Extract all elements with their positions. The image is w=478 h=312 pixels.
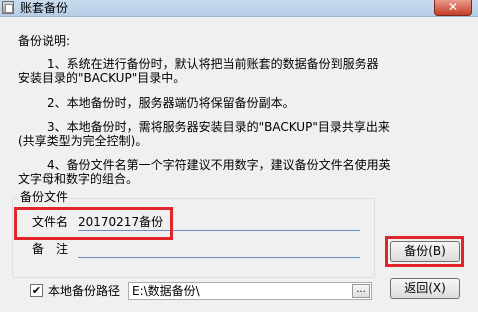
close-button[interactable]: ✕ — [434, 0, 472, 16]
local-path-field[interactable]: E:\数据备份\ ... — [128, 282, 372, 300]
description-line: 3、本地备份时，需将服务器安装目录的"BACKUP"目录共享出来 — [47, 120, 390, 134]
backup-file-group-title: 备份文件 — [18, 190, 71, 204]
description-line: 安装目录的"BACKUP"目录中。 — [18, 71, 186, 85]
description-line: 1、系统在进行备份时，默认将把当前账套的数据备份到服务器 — [47, 57, 379, 71]
local-path-value: E:\数据备份\ — [132, 284, 200, 298]
browse-button[interactable]: ... — [352, 284, 370, 298]
backup-dialog: 账套备份 ✕ 备份说明: 1、系统在进行备份时，默认将把当前账套的数据备份到服务… — [0, 0, 478, 312]
back-button[interactable]: 返回(X) — [390, 278, 460, 299]
app-icon — [2, 1, 14, 14]
description-line: 文字母和数字的组合。 — [18, 172, 139, 186]
filename-highlight-box — [14, 207, 173, 240]
description-line: (共享类型为完全控制)。 — [18, 134, 148, 148]
title-bar[interactable]: 账套备份 ✕ — [0, 0, 478, 17]
description-line: 2、本地备份时，服务器端仍将保留备份副本。 — [47, 96, 295, 110]
local-backup-checkbox[interactable]: ✔ — [30, 284, 43, 297]
backup-button-highlight-box — [385, 236, 464, 267]
note-input[interactable] — [78, 240, 360, 258]
local-backup-path-label: 本地备份路径 — [48, 284, 121, 298]
window-title: 账套备份 — [20, 1, 69, 15]
description-heading: 备份说明: — [18, 34, 71, 48]
description-line: 4、备份文件名第一个字符建议不用数字，建议备份文件名使用英 — [47, 158, 391, 172]
note-label: 备 注 — [32, 242, 69, 256]
